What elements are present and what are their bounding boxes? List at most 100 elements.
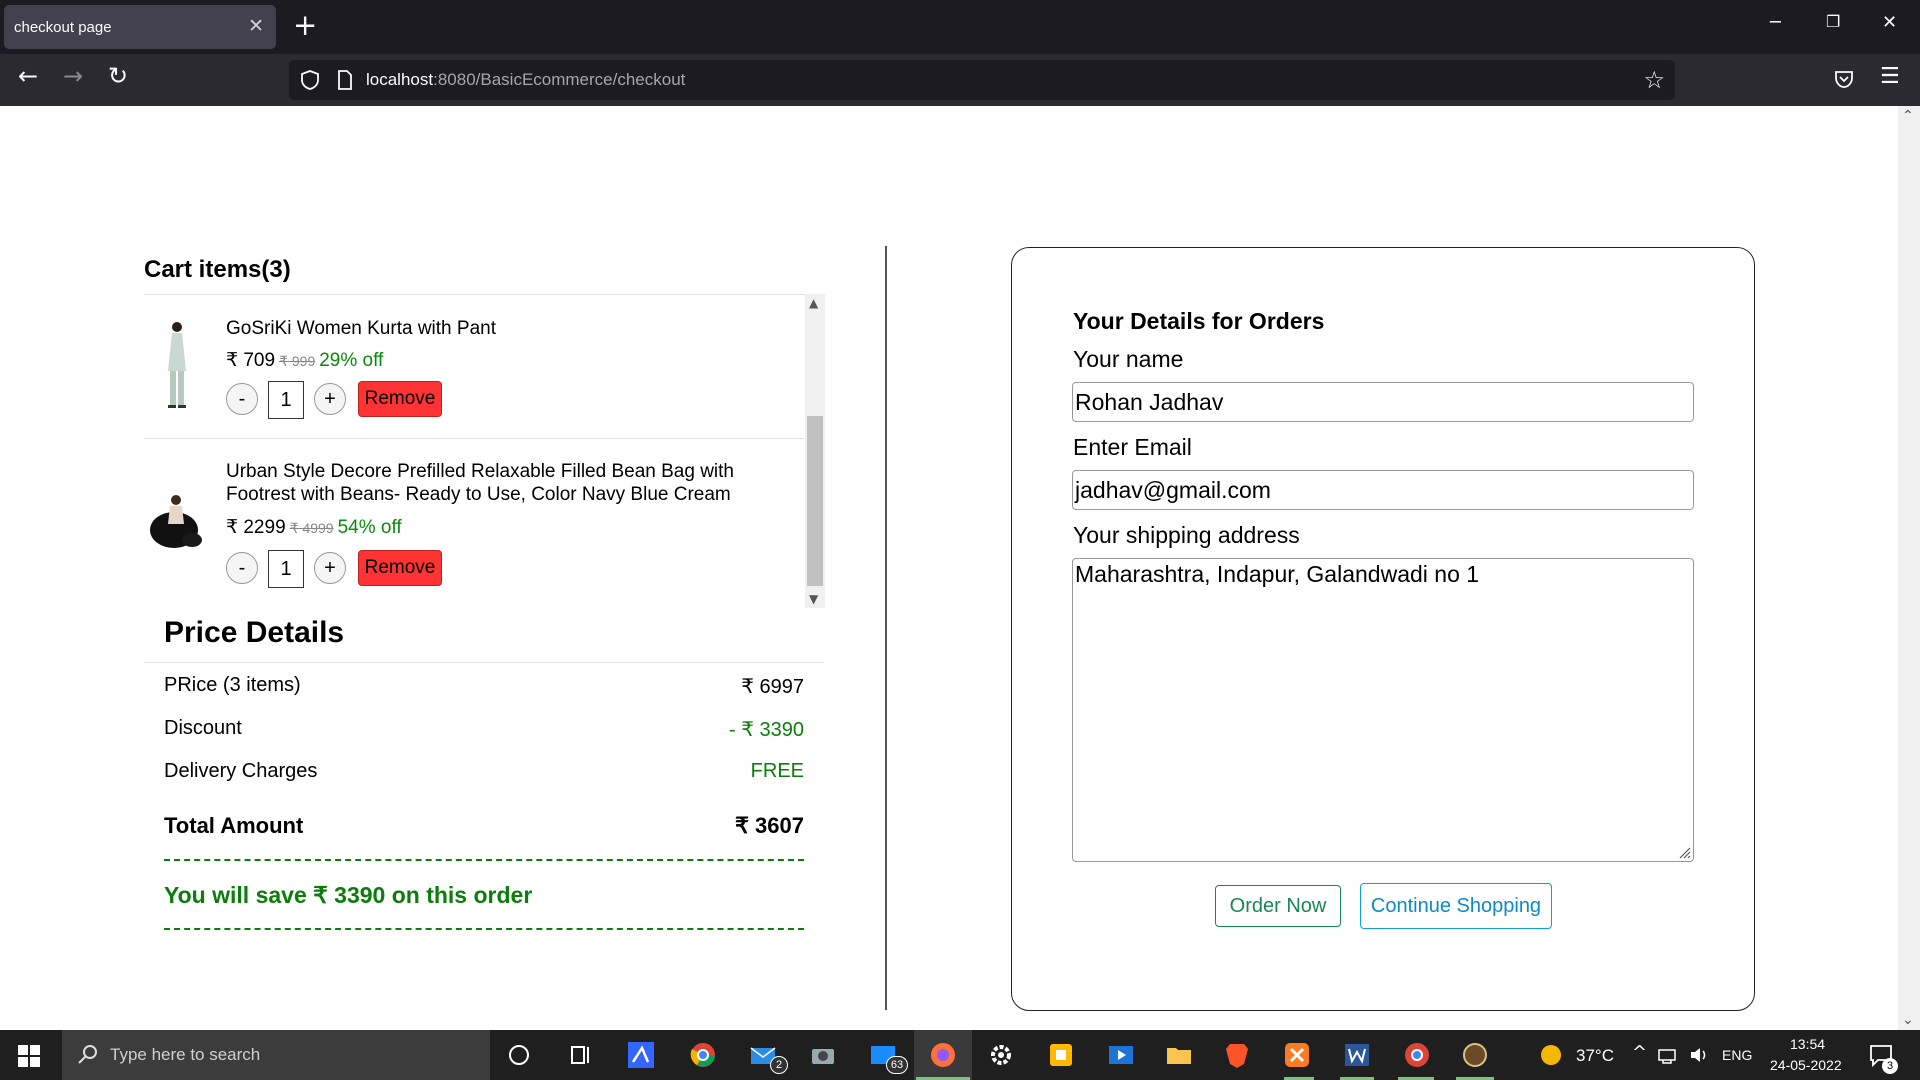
item-original-price: ₹ 4999	[289, 520, 334, 536]
scroll-up-icon[interactable]: ⌃	[1902, 108, 1914, 124]
decrease-qty-button[interactable]: -	[226, 383, 258, 415]
files-badge: 63	[886, 1056, 908, 1074]
dashed-divider	[164, 859, 804, 861]
remove-button[interactable]: Remove	[358, 550, 442, 586]
brave-icon[interactable]	[1222, 1040, 1252, 1070]
order-now-button[interactable]: Order Now	[1215, 885, 1341, 927]
weather-sun-icon	[1541, 1045, 1561, 1065]
xampp-icon[interactable]	[1282, 1040, 1312, 1070]
menu-icon[interactable]: ☰	[1880, 64, 1900, 89]
firefox-icon[interactable]	[928, 1040, 958, 1070]
cart-scrollbar[interactable]: ▲ ▼	[805, 294, 825, 608]
chevron-up-icon[interactable]: ^	[1632, 1042, 1647, 1063]
camera-icon[interactable]	[808, 1040, 838, 1070]
browser-tab[interactable]: checkout page ✕	[4, 5, 276, 49]
bean-bag-product-image[interactable]	[148, 490, 202, 552]
address-bar[interactable]: localhost:8080/BasicEcommerce/checkout ☆	[289, 60, 1675, 100]
discount-label: Discount	[164, 717, 242, 739]
delivery-value: FREE	[750, 760, 804, 782]
forward-icon[interactable]: →	[63, 62, 83, 90]
browser-nav-bar: ← → ↻ localhost:8080/BasicEcommerce/chec…	[0, 54, 1920, 106]
discount-row: Discount - ₹ 3390	[164, 717, 804, 741]
taskbar-search-box[interactable]: Type here to search	[62, 1030, 490, 1080]
back-icon[interactable]: ←	[18, 62, 38, 90]
total-value: ₹ 3607	[734, 813, 804, 838]
delivery-label: Delivery Charges	[164, 760, 318, 782]
decrease-qty-button[interactable]: -	[226, 552, 258, 584]
kurta-product-image[interactable]	[162, 319, 192, 411]
url-path: :8080/BasicEcommerce/checkout	[433, 70, 686, 89]
cart-item: GoSriKi Women Kurta with Pant ₹ 709 ₹ 999…	[144, 295, 804, 439]
page-icon[interactable]	[336, 69, 354, 91]
new-tab-icon[interactable]: +	[293, 8, 317, 42]
name-label: Your name	[1073, 346, 1184, 372]
scroll-down-icon[interactable]: ⌄	[1902, 1012, 1914, 1028]
word-icon[interactable]	[1342, 1040, 1372, 1070]
speaker-icon[interactable]	[1688, 1044, 1710, 1066]
name-input[interactable]: Rohan Jadhav	[1072, 382, 1694, 422]
total-label: Total Amount	[164, 813, 304, 838]
cart-scroll-down-icon[interactable]: ▼	[809, 592, 818, 606]
browser-tab-bar: checkout page ✕ + ─ ❐ ✕	[0, 0, 1920, 54]
cart-items-list[interactable]: GoSriKi Women Kurta with Pant ₹ 709 ₹ 999…	[144, 294, 824, 608]
total-row: Total Amount ₹ 3607	[164, 813, 804, 839]
media-player-icon[interactable]	[1106, 1040, 1136, 1070]
bookmark-star-icon[interactable]: ☆	[1643, 66, 1665, 94]
reload-icon[interactable]: ↻	[108, 62, 128, 90]
temperature[interactable]: 37°C	[1576, 1046, 1614, 1066]
address-textarea[interactable]: Maharashtra, Indapur, Galandwadi no 1	[1072, 558, 1694, 862]
continue-shopping-button[interactable]: Continue Shopping	[1360, 883, 1552, 929]
address-text: Maharashtra, Indapur, Galandwadi no 1	[1075, 561, 1480, 587]
language-indicator[interactable]: ENG	[1722, 1047, 1752, 1063]
email-label: Enter Email	[1073, 434, 1192, 460]
address-label: Your shipping address	[1073, 522, 1300, 548]
item-price: ₹ 709	[226, 350, 276, 371]
url-text[interactable]: localhost:8080/BasicEcommerce/checkout	[366, 70, 685, 90]
delivery-row: Delivery Charges FREE	[164, 760, 804, 783]
cart-item: Urban Style Decore Prefilled Relaxable F…	[144, 440, 804, 608]
windows-start-icon[interactable]	[18, 1045, 40, 1067]
taskbar: Type here to search 2 63 37°C ^ ENG 13:5…	[0, 1030, 1920, 1080]
email-input[interactable]: jadhav@gmail.com	[1072, 470, 1694, 510]
qty-input[interactable]: 1	[268, 381, 304, 419]
cart-scroll-up-icon[interactable]: ▲	[809, 296, 818, 310]
shield-icon[interactable]	[299, 69, 321, 91]
cart-scroll-thumb[interactable]	[807, 416, 823, 586]
item-price: ₹ 2299	[226, 517, 286, 538]
restore-icon[interactable]: ❐	[1826, 12, 1840, 31]
clock-date[interactable]: 24-05-2022	[1770, 1057, 1842, 1073]
task-view-icon[interactable]	[566, 1040, 596, 1070]
url-host: localhost	[366, 70, 434, 89]
minimize-icon[interactable]: ─	[1770, 12, 1781, 33]
network-icon[interactable]	[1656, 1044, 1678, 1066]
cart-title: Cart items(3)	[144, 256, 291, 283]
vscode-app-icon[interactable]	[626, 1040, 656, 1070]
chrome-profile-icon[interactable]	[1402, 1040, 1432, 1070]
resize-grip-icon[interactable]	[1677, 845, 1691, 859]
pocket-icon[interactable]	[1833, 68, 1855, 90]
price-row: PRice (3 items) ₹ 6997	[164, 674, 804, 698]
vertical-divider	[885, 246, 887, 1010]
cortana-icon[interactable]	[504, 1040, 534, 1070]
mail-badge: 2	[770, 1056, 788, 1074]
tab-close-icon[interactable]: ✕	[248, 15, 264, 38]
item-name[interactable]: Urban Style Decore Prefilled Relaxable F…	[226, 460, 796, 506]
sticky-app-icon[interactable]	[1046, 1040, 1076, 1070]
qty-input[interactable]: 1	[268, 550, 304, 588]
price-label: PRice (3 items)	[164, 674, 301, 696]
item-original-price: ₹ 999	[279, 353, 316, 369]
close-window-icon[interactable]: ✕	[1882, 12, 1897, 33]
item-name[interactable]: GoSriKi Women Kurta with Pant	[226, 317, 796, 340]
remove-button[interactable]: Remove	[358, 381, 442, 417]
form-title: Your Details for Orders	[1073, 308, 1325, 334]
discount-value: - ₹ 3390	[729, 719, 804, 741]
game-app-icon[interactable]	[1460, 1040, 1490, 1070]
increase-qty-button[interactable]: +	[314, 552, 346, 584]
page-scrollbar[interactable]: ⌃ ⌄	[1898, 106, 1920, 1030]
notification-count-badge: 3	[1882, 1058, 1898, 1074]
increase-qty-button[interactable]: +	[314, 383, 346, 415]
folder-icon[interactable]	[1164, 1040, 1194, 1070]
settings-gear-icon[interactable]	[986, 1040, 1016, 1070]
clock-time[interactable]: 13:54	[1790, 1036, 1825, 1052]
chrome-icon[interactable]	[688, 1040, 718, 1070]
